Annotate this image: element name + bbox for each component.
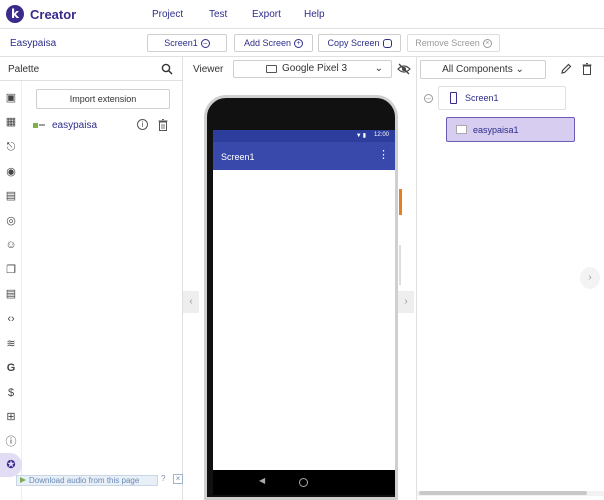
palette-category-strip: ▣ ▦ ⎋ ◉ ▤ ◎ ☺ ❐ ▤ ‹› ≋ G $ ⊞ ⓘ ✪ bbox=[0, 81, 22, 500]
collapse-palette-button[interactable]: ‹ bbox=[183, 291, 199, 313]
add-circle-icon: + bbox=[294, 39, 304, 49]
maps-icon[interactable]: ▤ bbox=[4, 189, 18, 203]
help-icon[interactable]: ? bbox=[161, 474, 165, 483]
components-filter-select[interactable]: All Components ⌄ bbox=[420, 60, 546, 79]
search-icon[interactable] bbox=[161, 63, 173, 75]
back-nav-icon: ◀ bbox=[259, 476, 266, 485]
screen-select-button[interactable]: Screen1– bbox=[147, 34, 227, 52]
extension-name: easypaisa bbox=[52, 120, 98, 131]
dynamic-components-icon[interactable]: ⊞ bbox=[4, 410, 18, 424]
palette-title: Palette bbox=[8, 64, 40, 75]
tree-collapse-icon[interactable]: – bbox=[424, 94, 433, 103]
screen-select-label: Screen1 bbox=[164, 38, 198, 48]
info-icon[interactable]: i bbox=[137, 119, 148, 130]
user-interface-icon[interactable]: ▣ bbox=[4, 91, 18, 105]
viewer-panel: Viewer Google Pixel 3 ⌄ ‹ ▼▮ 12:00 Scree… bbox=[183, 57, 417, 500]
monetization-icon[interactable]: $ bbox=[4, 386, 18, 400]
play-icon bbox=[20, 477, 26, 483]
phone-volume-button bbox=[399, 245, 401, 285]
horizontal-scrollbar[interactable] bbox=[417, 491, 604, 496]
tree-node-label: easypaisa1 bbox=[473, 125, 519, 135]
components-panel: All Components ⌄ – Screen1 easypaisa1 › bbox=[417, 57, 604, 500]
wifi-battery-icon: ▼▮ bbox=[355, 133, 367, 139]
phone-screen[interactable]: ▼▮ 12:00 Screen1 ⋮ bbox=[213, 130, 395, 470]
app-name: Creator bbox=[30, 7, 77, 22]
menu-help[interactable]: Help bbox=[304, 9, 325, 20]
palette-header: Palette bbox=[0, 57, 183, 81]
project-name: Easypaisa bbox=[10, 38, 57, 49]
easypaisa-logo-icon bbox=[32, 121, 46, 130]
status-time: 12:00 bbox=[373, 132, 389, 138]
status-bar: ▼▮ 12:00 bbox=[213, 130, 395, 142]
delete-icon[interactable] bbox=[158, 119, 168, 131]
screen-title: Screen1 bbox=[221, 152, 255, 162]
tree-node-screen1[interactable]: Screen1 bbox=[438, 86, 566, 110]
viewer-header: Viewer Google Pixel 3 ⌄ bbox=[183, 57, 417, 81]
tree-node-label: Screen1 bbox=[465, 93, 499, 103]
android-nav-bar: ◀ bbox=[213, 470, 395, 495]
collapse-components-button[interactable]: › bbox=[398, 291, 414, 313]
app-title-bar: Screen1 ⋮ bbox=[213, 142, 395, 170]
app-logo-icon: k bbox=[6, 5, 24, 23]
delete-component-icon[interactable] bbox=[582, 63, 592, 75]
lego-icon[interactable]: ‹› bbox=[4, 312, 18, 326]
feed-icon[interactable]: ≋ bbox=[4, 337, 18, 351]
visibility-off-icon[interactable] bbox=[397, 63, 411, 75]
top-menu-bar: k Creator Project Test Export Help bbox=[0, 0, 604, 29]
device-select[interactable]: Google Pixel 3 ⌄ bbox=[233, 60, 392, 78]
social-icon[interactable]: ☺ bbox=[4, 238, 18, 252]
screen-toolbar: Easypaisa Screen1– Add Screen + Copy Scre… bbox=[0, 29, 604, 57]
google-icon[interactable]: G bbox=[4, 361, 18, 375]
extension-puzzle-icon[interactable]: ✪ bbox=[0, 453, 22, 477]
media-icon[interactable]: ⎋ bbox=[4, 140, 18, 154]
phone-power-button bbox=[399, 189, 402, 215]
device-name: Google Pixel 3 bbox=[282, 63, 348, 74]
sensors-icon[interactable]: ◎ bbox=[4, 214, 18, 228]
remove-screen-label: Remove Screen bbox=[415, 38, 480, 48]
close-icon[interactable]: × bbox=[173, 474, 183, 484]
remove-circle-icon: × bbox=[482, 39, 492, 49]
add-screen-label: Add Screen bbox=[243, 38, 292, 48]
easypaisa-logo-icon bbox=[456, 125, 467, 134]
phone-screen-icon bbox=[450, 92, 457, 104]
home-nav-icon bbox=[299, 478, 308, 487]
device-icon bbox=[266, 65, 277, 73]
scrollbar-thumb[interactable] bbox=[419, 491, 587, 495]
download-audio-banner[interactable]: Download audio from this page bbox=[16, 475, 158, 486]
add-screen-button[interactable]: Add Screen + bbox=[234, 34, 313, 52]
rename-pencil-icon[interactable] bbox=[560, 63, 572, 75]
expand-properties-button[interactable]: › bbox=[580, 267, 600, 289]
palette-extension-item[interactable]: easypaisa i bbox=[30, 119, 175, 133]
copy-screen-label: Copy Screen bbox=[327, 38, 380, 48]
utilities-icon[interactable]: ⓘ bbox=[4, 435, 18, 449]
copy-screen-button[interactable]: Copy Screen bbox=[318, 34, 401, 52]
import-extension-button[interactable]: Import extension bbox=[36, 89, 170, 109]
viewer-label: Viewer bbox=[193, 64, 224, 75]
menu-project[interactable]: Project bbox=[152, 9, 183, 20]
components-filter-label: All Components bbox=[442, 64, 513, 75]
connectivity-icon[interactable]: ▤ bbox=[4, 287, 18, 301]
phone-frame: ▼▮ 12:00 Screen1 ⋮ ◀ bbox=[204, 95, 398, 500]
tree-node-easypaisa1[interactable]: easypaisa1 bbox=[446, 117, 575, 142]
drawing-animation-icon[interactable]: ◉ bbox=[4, 165, 18, 179]
remove-screen-button[interactable]: Remove Screen × bbox=[407, 34, 500, 52]
storage-icon[interactable]: ❐ bbox=[4, 263, 18, 277]
copy-icon bbox=[382, 39, 392, 49]
overflow-menu-icon[interactable]: ⋮ bbox=[378, 149, 389, 161]
menu-export[interactable]: Export bbox=[252, 9, 281, 20]
chevron-circle-icon: – bbox=[200, 39, 210, 49]
menu-test[interactable]: Test bbox=[209, 9, 227, 20]
chevron-down-icon: ⌄ bbox=[515, 64, 524, 75]
layout-icon[interactable]: ▦ bbox=[4, 115, 18, 129]
chevron-down-icon: ⌄ bbox=[374, 63, 383, 74]
download-audio-label: Download audio from this page bbox=[29, 476, 140, 485]
palette-panel: Palette ▣ ▦ ⎋ ◉ ▤ ◎ ☺ ❐ ▤ ‹› ≋ G $ ⊞ ⓘ ✪… bbox=[0, 57, 183, 500]
